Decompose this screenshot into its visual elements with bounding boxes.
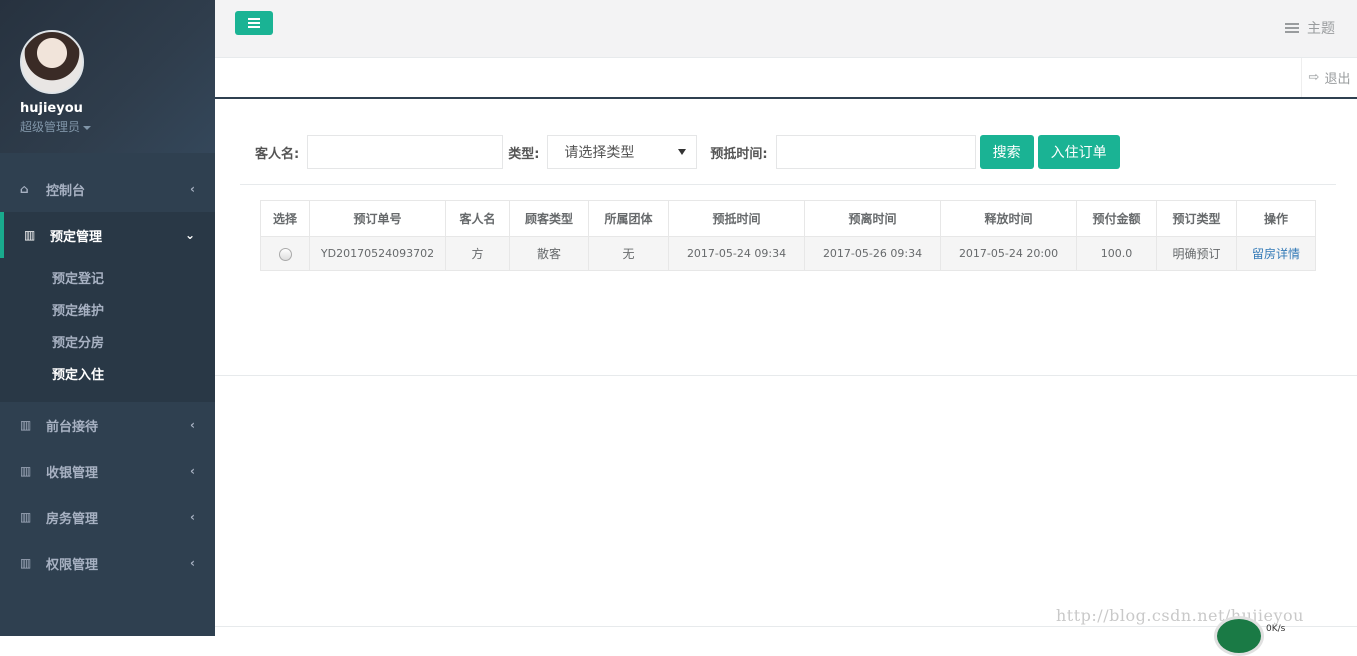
chevron-left-icon: ‹ (190, 464, 195, 478)
arrival-time-cell: 2017-05-24 09:34 (668, 236, 805, 271)
sidebar: hujieyou 超级管理员 ⌂ 控制台 ‹ ▥ 预定管理 ⌄ 预定登记 预定维… (0, 0, 215, 636)
caret-down-icon (678, 149, 687, 155)
search-button[interactable]: 搜索 (979, 135, 1034, 169)
column-header: 选择 (260, 200, 310, 237)
footer-bar (215, 626, 1357, 636)
action-cell: 留房详情 (1236, 236, 1316, 271)
chevron-left-icon: ‹ (190, 556, 195, 570)
type-select[interactable]: 请选择类型 (547, 135, 698, 169)
room-details-link[interactable]: 留房详情 (1252, 247, 1300, 261)
sidebar-item-permissions[interactable]: ▥ 权限管理 ‹ (0, 540, 215, 586)
group-cell: 无 (588, 236, 669, 271)
arrival-time-input[interactable] (775, 135, 976, 169)
submenu-item-booking-maintain[interactable]: 预定维护 (0, 296, 215, 328)
divider (240, 184, 1336, 185)
table-header-row: 选择 预订单号 客人名 顾客类型 所属团体 预抵时间 预离时间 释放时间 预付金… (260, 200, 1316, 237)
home-icon: ⌂ (20, 182, 29, 196)
order-number-cell: YD20170524093702 (309, 236, 446, 271)
user-role-dropdown[interactable]: 超级管理员 (20, 118, 195, 135)
departure-time-cell: 2017-05-26 09:34 (804, 236, 941, 271)
guest-cell: 方 (445, 236, 510, 271)
column-header: 所属团体 (588, 200, 669, 237)
column-header: 预付金额 (1076, 200, 1157, 237)
logout-label: 退出 (1324, 72, 1351, 87)
top-navbar: 主题 (215, 0, 1357, 58)
avatar[interactable] (20, 30, 84, 94)
sidebar-item-label: 前台接待 (46, 419, 99, 435)
column-header: 顾客类型 (509, 200, 589, 237)
main-content: 客人名: 类型: 请选择类型 预抵时间: 搜索 入住订单 选择 预订单号 客人名… (215, 100, 1357, 376)
bar-chart-icon: ▥ (20, 510, 32, 524)
sidebar-item-label: 房务管理 (46, 511, 99, 527)
column-header: 预抵时间 (668, 200, 805, 237)
sidebar-item-label: 收银管理 (46, 465, 99, 481)
chevron-left-icon: ‹ (190, 182, 195, 196)
search-form: 客人名: 类型: 请选择类型 预抵时间: 搜索 入住订单 (255, 135, 1120, 169)
submenu-item-booking-register[interactable]: 预定登记 (0, 264, 215, 296)
user-role-label: 超级管理员 (20, 120, 81, 134)
arrival-time-label: 预抵时间: (710, 146, 768, 162)
theme-label: 主题 (1307, 21, 1335, 37)
username: hujieyou (20, 101, 83, 116)
tab-bar: ⇨ 退出 (215, 58, 1357, 99)
type-label: 类型: (508, 146, 540, 162)
network-speed-widget (1214, 616, 1264, 656)
customer-type-cell: 散客 (509, 236, 589, 271)
sidebar-item-frontdesk[interactable]: ▥ 前台接待 ‹ (0, 402, 215, 448)
tasks-icon (1285, 23, 1299, 33)
theme-button[interactable]: 主题 (1285, 18, 1335, 38)
booking-table: 选择 预订单号 客人名 顾客类型 所属团体 预抵时间 预离时间 释放时间 预付金… (260, 200, 1316, 271)
column-header: 预订类型 (1156, 200, 1237, 237)
type-select-value: 请选择类型 (564, 145, 635, 161)
column-header: 客人名 (445, 200, 510, 237)
caret-down-icon (83, 125, 92, 130)
sidebar-item-label: 权限管理 (46, 557, 99, 573)
bar-chart-icon: ▥ (20, 418, 32, 432)
hamburger-icon-line (248, 18, 260, 20)
submenu-item-booking-checkin[interactable]: 预定入住 (0, 360, 215, 392)
guest-name-input[interactable] (307, 135, 504, 169)
chevron-left-icon: ‹ (190, 418, 195, 432)
chevron-down-icon: ⌄ (184, 228, 195, 242)
bar-chart-icon: ▥ (20, 556, 32, 570)
row-select-radio[interactable] (278, 247, 292, 261)
checkin-order-button[interactable]: 入住订单 (1037, 135, 1120, 169)
network-speed-text: 0K/s (1266, 624, 1286, 634)
column-header: 操作 (1236, 200, 1316, 237)
sidebar-item-dashboard[interactable]: ⌂ 控制台 ‹ (0, 166, 215, 212)
column-header: 预离时间 (804, 200, 941, 237)
sidebar-item-label: 控制台 (46, 183, 86, 199)
sidebar-nav: ⌂ 控制台 ‹ ▥ 预定管理 ⌄ 预定登记 预定维护 预定分房 预定入住 ▥ 前… (0, 166, 215, 586)
bar-chart-icon: ▥ (20, 464, 32, 478)
hamburger-icon-line (248, 22, 260, 24)
booking-submenu: 预定登记 预定维护 预定分房 预定入住 (0, 258, 215, 402)
table-row: YD20170524093702 方 散客 无 2017-05-24 09:34… (260, 236, 1316, 271)
menu-toggle-button[interactable] (235, 11, 273, 35)
sign-out-icon: ⇨ (1308, 70, 1320, 85)
sidebar-item-cashier[interactable]: ▥ 收银管理 ‹ (0, 448, 215, 494)
bar-chart-icon: ▥ (24, 228, 36, 242)
column-header: 预订单号 (309, 200, 446, 237)
sidebar-item-booking[interactable]: ▥ 预定管理 ⌄ (0, 212, 215, 258)
hamburger-icon-line (248, 26, 260, 28)
logout-button[interactable]: ⇨ 退出 (1301, 58, 1357, 97)
booking-type-cell: 明确预订 (1156, 236, 1237, 271)
chevron-left-icon: ‹ (190, 510, 195, 524)
watermark: http://blog.csdn.net/hujieyou (1056, 606, 1304, 625)
release-time-cell: 2017-05-24 20:00 (940, 236, 1077, 271)
select-cell (260, 236, 310, 271)
submenu-item-booking-assign-room[interactable]: 预定分房 (0, 328, 215, 360)
guest-name-label: 客人名: (255, 146, 300, 162)
column-header: 释放时间 (940, 200, 1077, 237)
sidebar-item-label: 预定管理 (50, 229, 103, 245)
profile-panel: hujieyou 超级管理员 (0, 0, 215, 153)
deposit-cell: 100.0 (1076, 236, 1157, 271)
sidebar-item-housekeeping[interactable]: ▥ 房务管理 ‹ (0, 494, 215, 540)
